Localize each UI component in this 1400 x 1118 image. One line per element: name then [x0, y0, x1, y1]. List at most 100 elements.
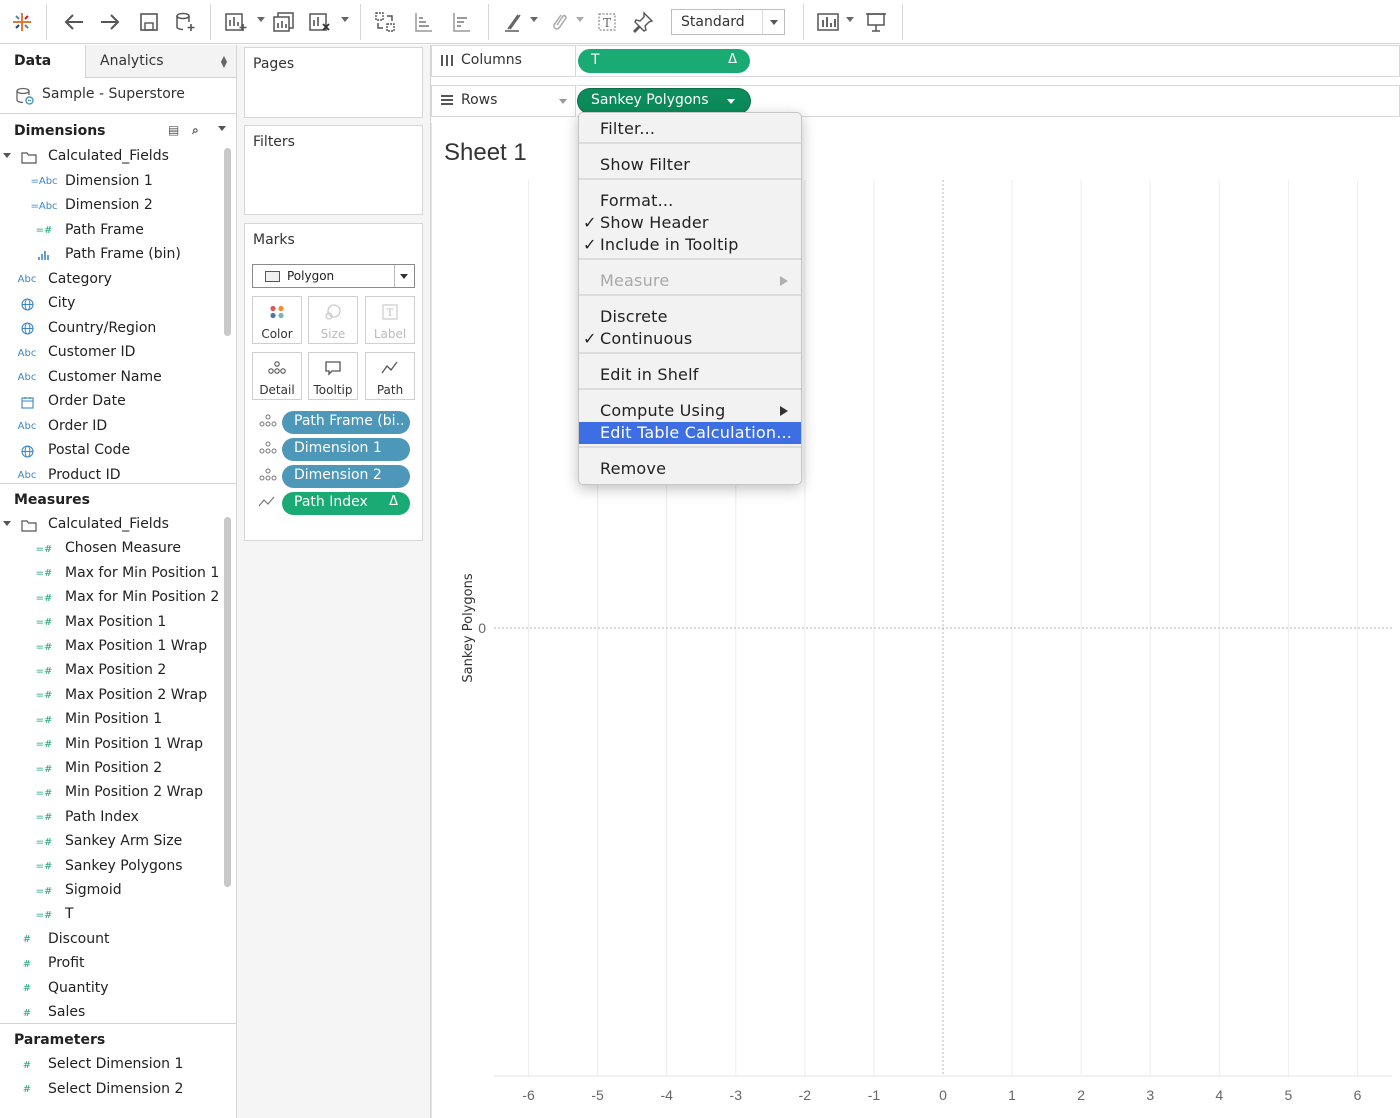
datasource-item[interactable]: Sample - Superstore — [0, 78, 236, 114]
swap-icon[interactable] — [372, 6, 398, 38]
y-tick-label[interactable]: 0 — [478, 620, 486, 636]
field-postal-code[interactable]: Postal Code — [0, 440, 220, 462]
tab-data[interactable]: Data — [0, 45, 85, 78]
field-customer-name[interactable]: Abc Customer Name — [0, 367, 220, 389]
tooltip-button[interactable]: Tooltip — [308, 352, 358, 400]
detail-button[interactable]: Detail — [252, 352, 302, 400]
field-category[interactable]: Abc Category — [0, 269, 220, 291]
show-me-caret[interactable] — [846, 17, 854, 22]
folder-expand-caret[interactable] — [3, 153, 11, 158]
path-button[interactable]: Path — [365, 352, 415, 400]
redo-icon[interactable] — [96, 6, 124, 38]
chevron-down-icon[interactable] — [727, 99, 735, 104]
size-button[interactable]: Size — [308, 296, 358, 344]
mark-pill-path-index[interactable]: Path Index Δ — [282, 492, 410, 515]
x-tick-label[interactable]: 0 — [939, 1087, 947, 1103]
rows-pill-sankey-polygons[interactable]: Sankey Polygons — [578, 89, 750, 113]
field-sankey-arm-size[interactable]: =# Sankey Arm Size — [0, 831, 220, 853]
presentation-icon[interactable] — [862, 6, 890, 38]
x-tick-label[interactable]: 2 — [1077, 1087, 1085, 1103]
menu-item-continuous[interactable]: ✓ Continuous — [579, 328, 801, 350]
tab-analytics[interactable]: Analytics ▲ ▼ — [85, 45, 236, 78]
field-dimension-1[interactable]: =Abc Dimension 1 — [0, 171, 220, 193]
field-order-id[interactable]: Abc Order ID — [0, 416, 220, 438]
field-max-position-2[interactable]: =# Max Position 2 — [0, 660, 220, 682]
new-datasource-icon[interactable] — [172, 6, 198, 38]
field-path-frame-bin[interactable]: Path Frame (bin) — [0, 244, 220, 266]
field-customer-id[interactable]: Abc Customer ID — [0, 342, 220, 364]
menu-item-compute-using[interactable]: Compute Using — [579, 400, 801, 422]
menu-item-discrete[interactable]: Discrete — [579, 306, 801, 328]
folder-expand-caret[interactable] — [3, 521, 11, 526]
field-sankey-polygons[interactable]: =# Sankey Polygons — [0, 856, 220, 878]
x-tick-label[interactable]: 5 — [1284, 1087, 1292, 1103]
folder-calculated-fields[interactable]: Calculated_Fields — [0, 146, 220, 168]
mark-pill-path-frame-bin[interactable]: Path Frame (bi.. — [282, 411, 410, 434]
mark-pill-dimension-2[interactable]: Dimension 2 — [282, 465, 410, 488]
pages-card[interactable]: Pages — [244, 47, 423, 118]
field-city[interactable]: City — [0, 293, 220, 315]
search-icon[interactable]: ⌕ — [192, 123, 199, 138]
field-max-position-1[interactable]: =# Max Position 1 — [0, 612, 220, 634]
sort-descending-icon[interactable] — [448, 6, 474, 38]
group-icon[interactable] — [545, 6, 571, 38]
field-min-position-2[interactable]: =# Min Position 2 — [0, 758, 220, 780]
field-chosen-measure[interactable]: =# Chosen Measure — [0, 538, 220, 560]
sort-ascending-icon[interactable] — [410, 6, 436, 38]
menu-item-remove[interactable]: Remove — [579, 458, 801, 480]
pin-icon[interactable] — [630, 6, 656, 38]
field-min-position-2-wrap[interactable]: =# Min Position 2 Wrap — [0, 782, 220, 804]
clear-sheet-icon[interactable] — [306, 6, 334, 38]
view-list-icon[interactable]: ▤ — [168, 123, 179, 137]
field-min-position-1-wrap[interactable]: =# Min Position 1 Wrap — [0, 734, 220, 756]
menu-item-show-header[interactable]: ✓ Show Header — [579, 212, 801, 234]
x-tick-label[interactable]: -2 — [799, 1087, 812, 1103]
menu-item-edit-in-shelf[interactable]: Edit in Shelf — [579, 364, 801, 386]
x-tick-label[interactable]: -1 — [868, 1087, 881, 1103]
field-max-for-min-position-2[interactable]: =# Max for Min Position 2 — [0, 587, 220, 609]
new-worksheet-caret[interactable] — [257, 17, 265, 22]
field-path-frame[interactable]: =# Path Frame — [0, 220, 220, 242]
mark-pill-dimension-1[interactable]: Dimension 1 — [282, 438, 410, 461]
field-t[interactable]: =# T — [0, 904, 220, 926]
view-mode-select[interactable]: Standard — [671, 9, 785, 35]
dimensions-scrollbar[interactable] — [224, 148, 231, 336]
group-caret[interactable] — [576, 17, 584, 22]
field-select-dimension-1[interactable]: # Select Dimension 1 — [0, 1054, 220, 1076]
field-country-region[interactable]: Country/Region — [0, 318, 220, 340]
tableau-logo-icon[interactable] — [8, 6, 36, 38]
save-icon[interactable] — [136, 6, 162, 38]
rows-menu-caret[interactable] — [559, 99, 567, 104]
duplicate-sheet-icon[interactable] — [270, 6, 298, 38]
folder-calculated-fields[interactable]: Calculated_Fields — [0, 514, 220, 536]
menu-item-edit-table-calculation[interactable]: Edit Table Calculation... — [579, 422, 801, 444]
menu-item-include-in-tooltip[interactable]: ✓ Include in Tooltip — [579, 234, 801, 256]
field-sales[interactable]: # Sales — [0, 1002, 220, 1024]
field-discount[interactable]: # Discount — [0, 929, 220, 951]
x-tick-label[interactable]: -3 — [730, 1087, 743, 1103]
new-worksheet-icon[interactable] — [222, 6, 250, 38]
mark-type-select[interactable]: Polygon — [252, 264, 415, 288]
highlight-icon[interactable] — [500, 6, 526, 38]
menu-item-filter[interactable]: Filter... — [579, 118, 801, 140]
x-tick-label[interactable]: 1 — [1008, 1087, 1016, 1103]
show-me-icon[interactable] — [815, 6, 843, 38]
menu-item-format[interactable]: Format... — [579, 190, 801, 212]
columns-pill-t[interactable]: T Δ — [578, 49, 750, 73]
label-button[interactable]: T Label — [365, 296, 415, 344]
field-min-position-1[interactable]: =# Min Position 1 — [0, 709, 220, 731]
field-max-position-2-wrap[interactable]: =# Max Position 2 Wrap — [0, 685, 220, 707]
field-profit[interactable]: # Profit — [0, 953, 220, 975]
field-sigmoid[interactable]: =# Sigmoid — [0, 880, 220, 902]
field-dimension-2[interactable]: =Abc Dimension 2 — [0, 195, 220, 217]
highlight-caret[interactable] — [530, 17, 538, 22]
field-path-index[interactable]: =# Path Index — [0, 807, 220, 829]
field-max-for-min-position-1[interactable]: =# Max for Min Position 1 — [0, 563, 220, 585]
x-tick-label[interactable]: 3 — [1146, 1087, 1154, 1103]
x-tick-label[interactable]: -6 — [522, 1087, 535, 1103]
show-labels-icon[interactable]: T — [594, 6, 620, 38]
x-tick-label[interactable]: 4 — [1215, 1087, 1223, 1103]
x-tick-label[interactable]: -5 — [591, 1087, 604, 1103]
color-button[interactable]: Color — [252, 296, 302, 344]
x-tick-label[interactable]: 6 — [1354, 1087, 1362, 1103]
